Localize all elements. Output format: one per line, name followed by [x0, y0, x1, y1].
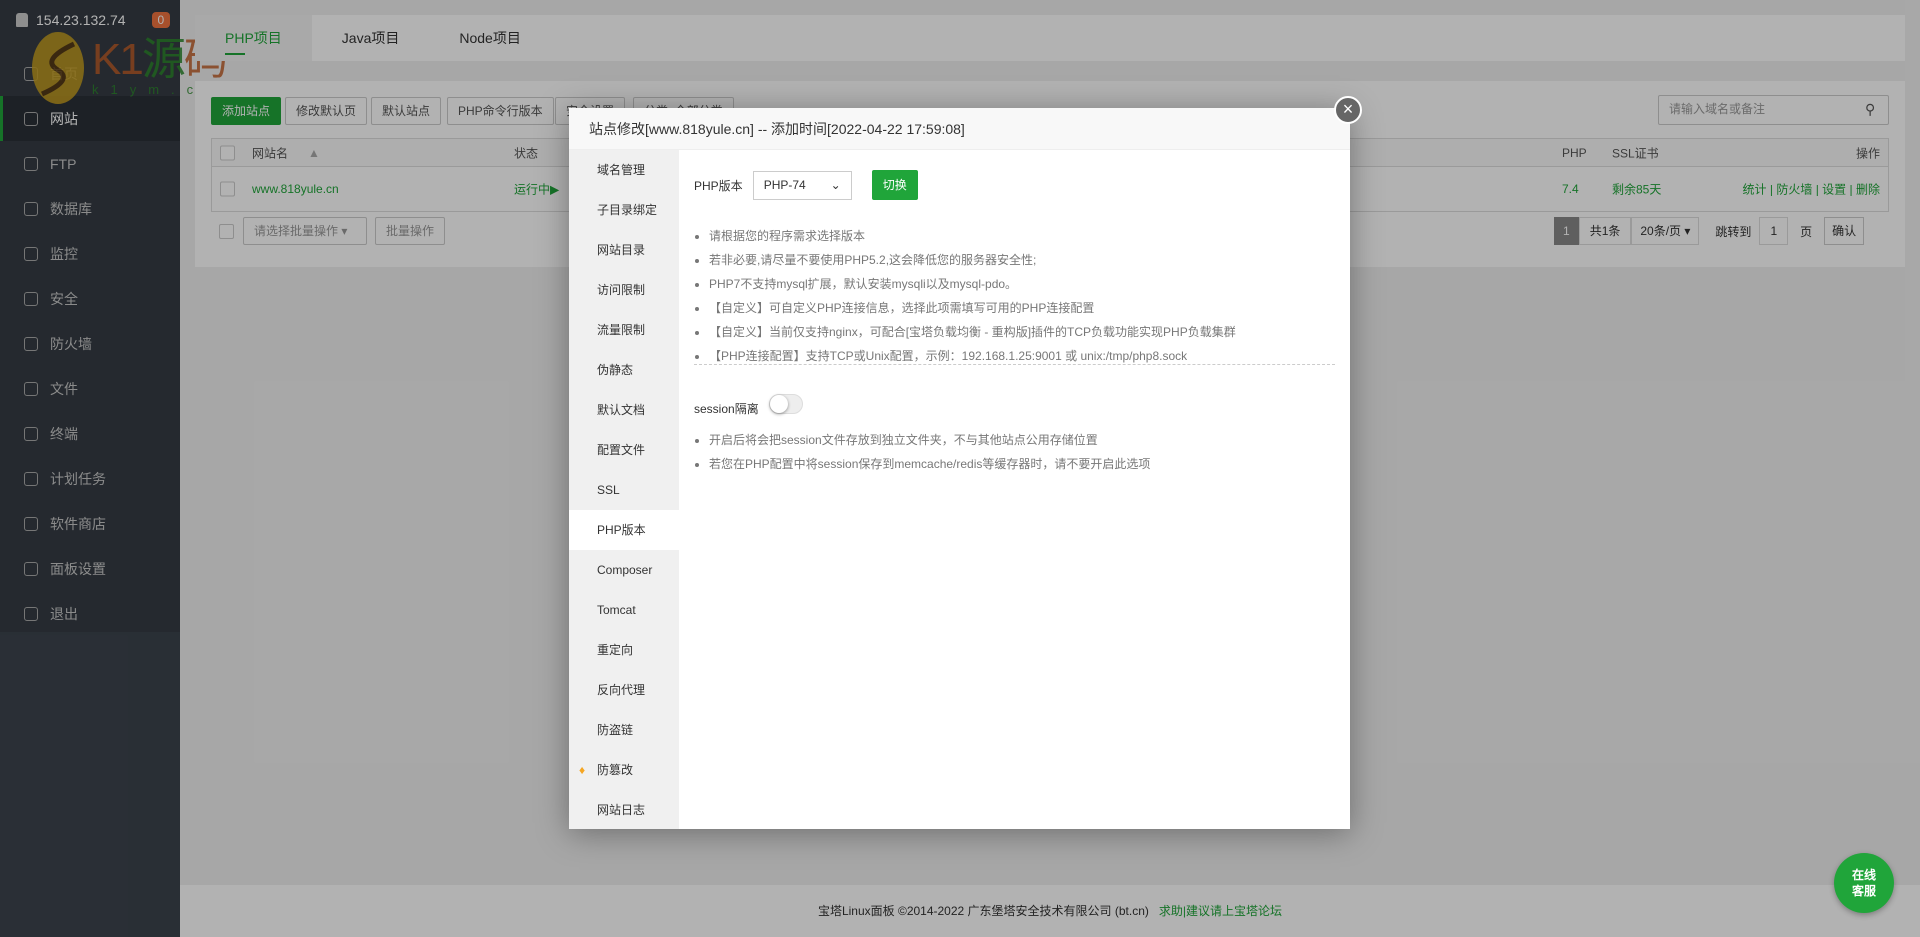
dialog-menu-item[interactable]: SSL — [569, 470, 679, 510]
dialog-menu-item[interactable]: Tomcat — [569, 590, 679, 630]
tip-item: PHP7不支持mysql扩展，默认安装mysqli以及mysql-pdo。 — [709, 272, 1236, 296]
close-dialog-button[interactable]: × — [1334, 96, 1362, 124]
menu-label: 域名管理 — [597, 163, 646, 177]
dialog-menu-item[interactable]: 反向代理 — [569, 670, 679, 710]
dialog-menu-item[interactable]: ♦ 防篡改 — [569, 750, 679, 790]
tip-item: 若非必要,请尽量不要使用PHP5.2,这会降低您的服务器安全性; — [709, 248, 1236, 272]
tip-item: 【自定义】当前仅支持nginx，可配合[宝塔负载均衡 - 重构版]插件的TCP负… — [709, 320, 1236, 344]
dialog-title: 站点修改[www.818yule.cn] -- 添加时间[2022-04-22 … — [569, 108, 1350, 150]
dialog-menu-item[interactable]: 防盗链 — [569, 710, 679, 750]
menu-label: 网站目录 — [597, 243, 646, 257]
dialog-menu-item[interactable]: 伪静态 — [569, 350, 679, 390]
menu-label: 流量限制 — [597, 323, 646, 337]
chat-line1: 在线 — [1851, 868, 1876, 882]
close-icon: × — [1342, 99, 1354, 119]
dialog-menu-item[interactable]: 网站日志 — [569, 790, 679, 830]
dialog-menu-item[interactable]: PHP版本 — [569, 510, 679, 550]
menu-label: 重定向 — [597, 643, 634, 657]
dialog-menu-item[interactable]: 网站目录 — [569, 230, 679, 270]
menu-label: Tomcat — [597, 603, 636, 617]
php-version-select[interactable]: PHP-74 ⌄ — [752, 170, 852, 200]
tip-item: 若您在PHP配置中将session保存到memcache/redis等缓存器时，… — [709, 452, 1150, 476]
menu-label: 默认文档 — [597, 403, 646, 417]
session-tips: 开启后将会把session文件存放到独立文件夹，不与其他站点公用存储位置若您在P… — [709, 428, 1150, 476]
menu-label: 访问限制 — [597, 283, 646, 297]
menu-label: 防篡改 — [597, 763, 634, 777]
dialog-menu-item[interactable]: 子目录绑定 — [569, 190, 679, 230]
tip-item: 开启后将会把session文件存放到独立文件夹，不与其他站点公用存储位置 — [709, 428, 1150, 452]
dialog-menu-item[interactable]: 默认文档 — [569, 390, 679, 430]
session-toggle[interactable] — [768, 393, 803, 414]
menu-label: Composer — [597, 563, 653, 577]
tip-item: 【自定义】可自定义PHP连接信息，选择此项需填写可用的PHP连接配置 — [709, 296, 1236, 320]
dialog-menu: 域名管理子目录绑定网站目录访问限制流量限制伪静态默认文档配置文件 SSL PHP版本… — [569, 150, 679, 829]
dialog-menu-item[interactable]: Composer — [569, 550, 679, 590]
diamond-icon: ♦ — [579, 763, 586, 777]
menu-label: 防盗链 — [597, 723, 634, 737]
dialog-menu-item[interactable]: 访问限制 — [569, 270, 679, 310]
menu-label: 子目录绑定 — [597, 203, 658, 217]
menu-label: SSL — [597, 483, 620, 497]
session-label: session隔离 — [694, 402, 759, 416]
switch-button[interactable]: 切换 — [871, 170, 918, 200]
dialog-menu-item[interactable]: 配置文件 — [569, 430, 679, 470]
php-version-label: PHP版本 — [694, 178, 743, 193]
menu-label: 反向代理 — [597, 683, 646, 697]
tip-item: 请根据您的程序需求选择版本 — [709, 224, 1236, 248]
divider — [694, 364, 1335, 365]
dialog-menu-item[interactable]: 重定向 — [569, 630, 679, 670]
online-support-button[interactable]: 在线 客服 — [1834, 853, 1894, 913]
menu-label: 配置文件 — [597, 443, 646, 457]
php-version-panel: PHP版本 PHP-74⌄ 切换 请根据您的程序需求选择版本若非必要,请尽量不要… — [679, 150, 1350, 829]
menu-label: PHP版本 — [597, 523, 646, 537]
chevron-down-icon: ⌄ — [830, 178, 841, 192]
menu-label: 网站日志 — [597, 803, 646, 817]
dialog-menu-item[interactable]: 流量限制 — [569, 310, 679, 350]
dialog-menu-item[interactable]: 域名管理 — [569, 150, 679, 190]
chat-line2: 客服 — [1851, 884, 1876, 898]
menu-label: 伪静态 — [597, 363, 634, 377]
php-tips: 请根据您的程序需求选择版本若非必要,请尽量不要使用PHP5.2,这会降低您的服务… — [709, 224, 1236, 368]
site-edit-dialog: 站点修改[www.818yule.cn] -- 添加时间[2022-04-22 … — [569, 108, 1350, 829]
